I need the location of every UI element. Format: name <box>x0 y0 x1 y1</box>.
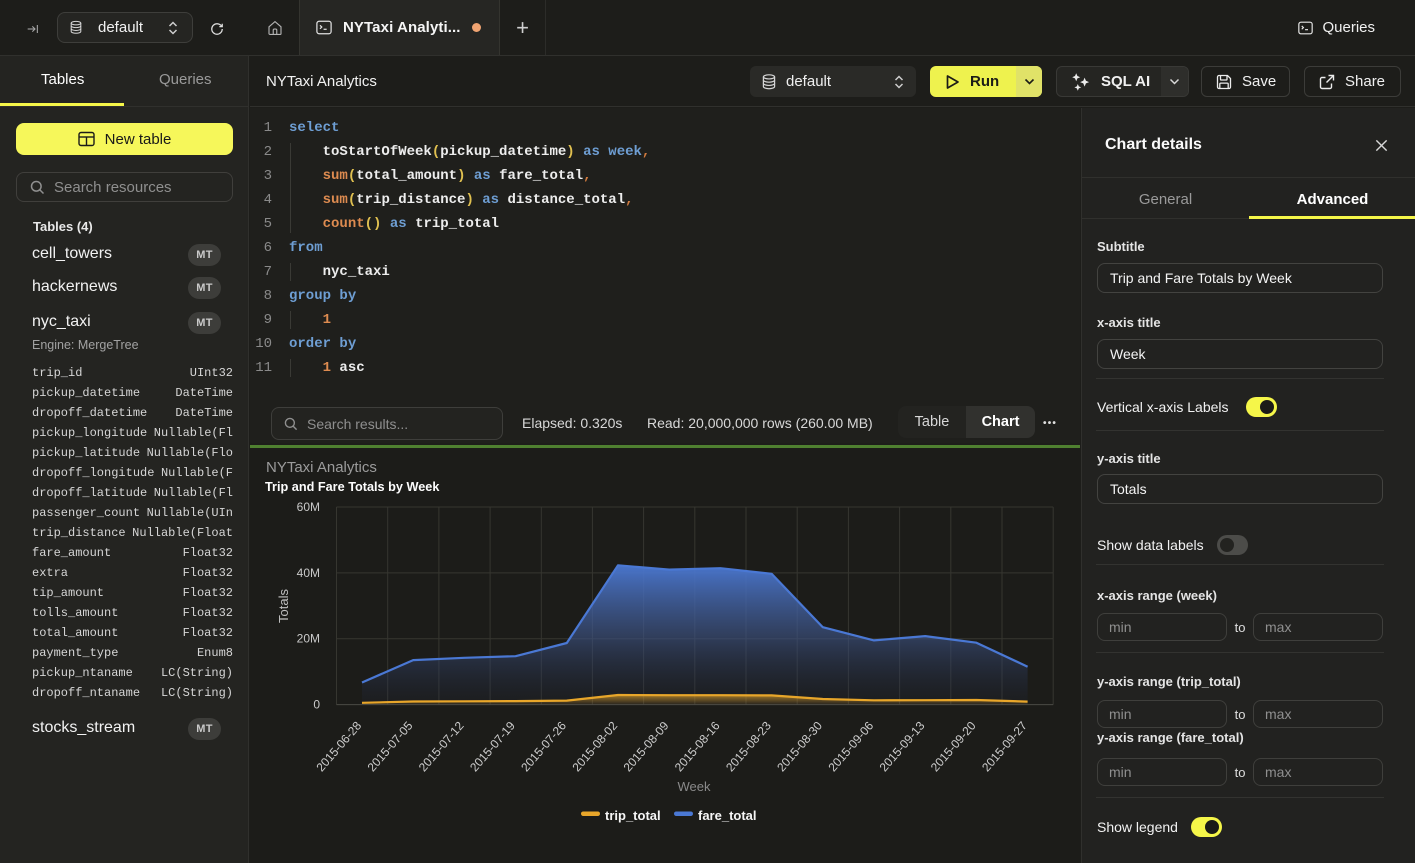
svg-text:Trip and Fare Totals by Week: Trip and Fare Totals by Week <box>265 480 440 494</box>
svg-text:40M: 40M <box>297 566 320 580</box>
svg-text:2015-07-19: 2015-07-19 <box>467 719 518 775</box>
svg-text:2015-09-06: 2015-09-06 <box>825 719 876 775</box>
svg-text:Week: Week <box>678 779 711 794</box>
svg-text:NYTaxi Analytics: NYTaxi Analytics <box>266 459 377 476</box>
svg-text:2015-08-02: 2015-08-02 <box>569 719 620 775</box>
svg-text:2015-07-26: 2015-07-26 <box>518 719 569 775</box>
svg-text:0: 0 <box>313 698 320 712</box>
svg-text:2015-09-20: 2015-09-20 <box>928 719 979 775</box>
svg-text:2015-06-28: 2015-06-28 <box>313 719 364 775</box>
svg-text:20M: 20M <box>297 632 320 646</box>
svg-text:2015-07-12: 2015-07-12 <box>416 719 467 775</box>
svg-text:2015-09-27: 2015-09-27 <box>979 719 1030 775</box>
svg-text:2015-07-05: 2015-07-05 <box>365 719 416 775</box>
svg-text:trip_total: trip_total <box>605 808 661 823</box>
svg-text:Totals: Totals <box>276 589 291 623</box>
svg-text:2015-08-23: 2015-08-23 <box>723 719 774 775</box>
svg-text:60M: 60M <box>297 500 320 514</box>
svg-text:2015-08-30: 2015-08-30 <box>774 719 825 775</box>
svg-text:2015-08-09: 2015-08-09 <box>621 719 672 775</box>
svg-text:2015-08-16: 2015-08-16 <box>672 719 723 775</box>
svg-text:2015-09-13: 2015-09-13 <box>877 719 928 775</box>
svg-text:fare_total: fare_total <box>698 808 757 823</box>
